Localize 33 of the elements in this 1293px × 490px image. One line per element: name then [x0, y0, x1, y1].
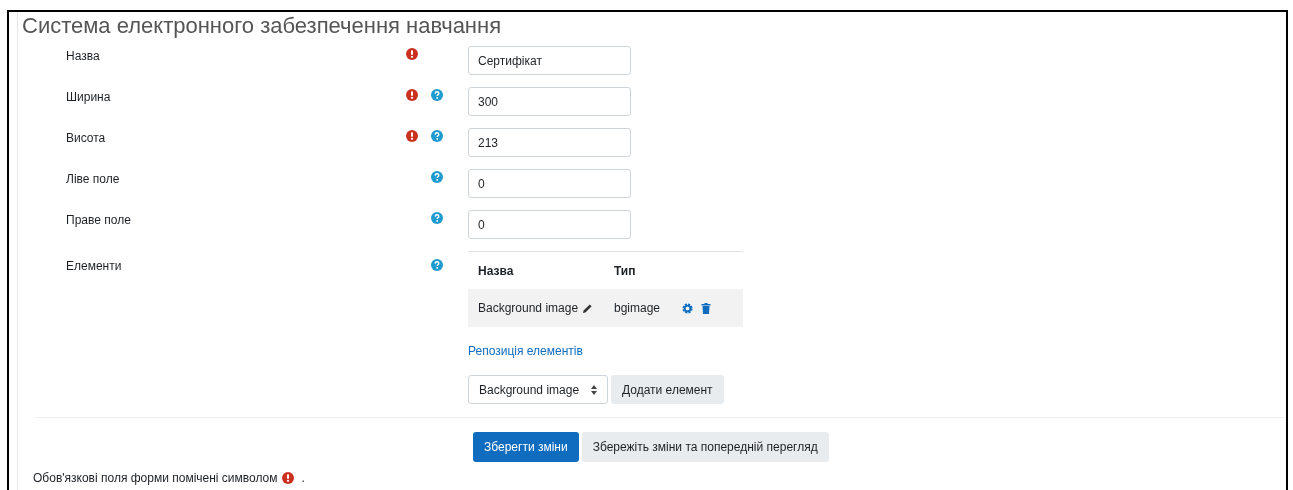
field-label: Праве поле — [65, 212, 132, 229]
pencil-icon[interactable] — [582, 302, 594, 314]
page-title: Система електронного забезпечення навчання — [21, 13, 503, 39]
table-cell-text: Background image — [478, 300, 579, 317]
reposition-link[interactable]: Репозиція елементів — [468, 342, 743, 360]
help-icon[interactable] — [431, 259, 443, 271]
save-preview-button[interactable]: Збережіть зміни та попередній перегляд — [581, 432, 829, 462]
help-icon[interactable] — [431, 89, 443, 101]
add-element-button[interactable]: Додати елемент — [611, 375, 724, 404]
element-select[interactable]: Background image — [468, 375, 608, 404]
trash-icon[interactable] — [701, 302, 711, 314]
field-label: Висота — [65, 130, 107, 147]
text-input[interactable]: Сертифікат — [468, 46, 631, 75]
column-header: Назва — [477, 262, 515, 280]
help-icon[interactable] — [431, 212, 443, 224]
help-icon[interactable] — [431, 171, 443, 183]
column-header: Тип — [614, 262, 636, 280]
field-label: Назва — [65, 48, 101, 65]
field-label: Ліве поле — [65, 171, 121, 188]
text-input[interactable]: 0 — [468, 169, 631, 198]
field-label: Ширина — [65, 89, 112, 106]
save-button[interactable]: Зберегти зміни — [473, 432, 579, 462]
table-cell-text: bgimage — [614, 300, 662, 317]
help-icon[interactable] — [431, 130, 443, 142]
updown-caret-icon — [591, 384, 597, 395]
note-period: . — [301, 471, 305, 485]
settings-icon[interactable] — [682, 302, 693, 314]
required-icon — [281, 472, 294, 484]
text-input[interactable]: 0 — [468, 210, 631, 239]
field-label: Елементи — [65, 258, 123, 275]
text-input[interactable]: 213 — [468, 128, 631, 157]
required-note: Обов'язкові поля форми помічені символом — [33, 471, 278, 485]
text-input[interactable]: 300 — [468, 87, 631, 116]
